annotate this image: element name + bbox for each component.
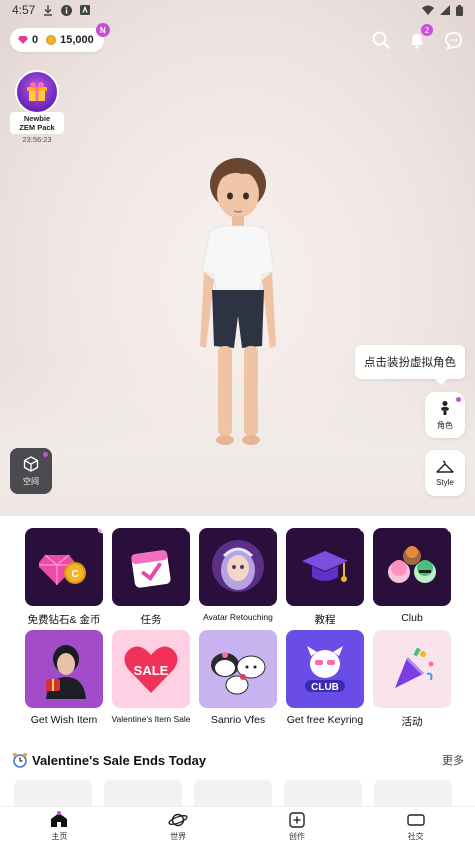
coin-count: 15,000	[60, 34, 94, 46]
svg-text:C: C	[71, 569, 78, 580]
battery-icon	[456, 4, 463, 16]
tile-club[interactable]: Club	[372, 528, 452, 624]
tab-home[interactable]: 主页	[0, 807, 119, 846]
avatar-character[interactable]	[196, 156, 280, 456]
info-icon	[61, 4, 73, 16]
tile-tasks[interactable]: 任务	[111, 528, 191, 627]
tile-avatar-retouching[interactable]: Avatar Retouching	[198, 528, 278, 622]
new-dot	[186, 528, 190, 532]
new-dot	[360, 528, 364, 532]
wifi-icon	[422, 5, 434, 15]
pack-gift-icon	[15, 70, 59, 114]
search-button[interactable]	[371, 30, 391, 50]
alarm-clock-icon	[13, 753, 27, 768]
sale-title: Valentine's Sale Ends Today	[32, 752, 207, 768]
tab-world[interactable]: 世界	[119, 807, 238, 846]
space-button[interactable]: 空间	[10, 448, 52, 494]
avatar-portrait-icon	[199, 528, 277, 606]
new-dot	[273, 528, 277, 532]
new-dot	[456, 397, 461, 402]
feature-grid: C 免费钻石& 金币 任务 Avatar Retouching 教程 Club	[0, 516, 475, 736]
status-time: 4:57	[12, 3, 36, 17]
gem-icon	[18, 36, 28, 44]
social-icon	[406, 813, 425, 826]
newbie-zem-pack[interactable]: Newbie ZEM Pack 23:56:23	[10, 70, 64, 144]
chat-bubble-icon	[444, 31, 462, 50]
sale-more-link[interactable]: 更多	[442, 752, 464, 768]
new-dot	[43, 452, 48, 457]
graduation-cap-icon	[286, 528, 364, 606]
character-icon	[441, 400, 449, 415]
chat-button[interactable]	[443, 30, 463, 50]
create-plus-icon	[289, 811, 305, 828]
tile-tutorial[interactable]: 教程	[285, 528, 365, 627]
character-button[interactable]: 角色	[425, 392, 465, 438]
gem-coin-icon: C	[25, 528, 103, 606]
status-bar: 4:57	[0, 0, 475, 20]
signal-icon	[440, 5, 450, 15]
avatar-stage[interactable]: 0 15,000 N 2 Newbie ZEM Pack 23:56:23 点击…	[0, 0, 475, 516]
search-icon	[372, 31, 390, 49]
currency-pill[interactable]: 0 15,000 N	[10, 23, 110, 52]
wish-item-icon	[25, 630, 103, 708]
sale-section-header: Valentine's Sale Ends Today 更多	[12, 752, 464, 768]
gem-count: 0	[32, 34, 39, 46]
svg-text:SALE: SALE	[134, 663, 169, 678]
party-popper-icon	[373, 630, 451, 708]
club-friends-icon	[373, 528, 451, 606]
coin-icon	[46, 35, 57, 45]
hanger-icon	[436, 460, 454, 473]
download-icon	[43, 4, 53, 16]
dress-up-tooltip: 点击装扮虚拟角色	[355, 345, 465, 385]
app-notification-icon	[80, 5, 91, 15]
pack-label: Newbie ZEM Pack	[10, 112, 64, 134]
style-button[interactable]: Style	[425, 450, 465, 496]
svg-text:CLUB: CLUB	[311, 682, 339, 693]
new-badge: N	[95, 23, 110, 37]
tile-sanrio-vfes[interactable]: Sanrio Vfes	[198, 630, 278, 726]
tile-free-gems-coins[interactable]: C 免费钻石& 金币	[24, 528, 104, 627]
calendar-icon	[112, 528, 190, 606]
cube-icon	[23, 455, 39, 472]
bottom-tab-bar: 主页 世界 创作 社交	[0, 806, 475, 846]
tab-social[interactable]: 社交	[356, 807, 475, 846]
notification-count: 2	[421, 24, 433, 36]
tab-create[interactable]: 创作	[238, 807, 357, 846]
sale-heart-icon: SALE	[112, 630, 190, 708]
new-dot	[98, 528, 103, 533]
club-keyring-icon: CLUB	[286, 630, 364, 708]
tile-valentines-sale[interactable]: SALE Valentine's Item Sale	[111, 630, 191, 724]
new-dot	[57, 811, 61, 815]
sanrio-characters-icon	[199, 630, 277, 708]
new-dot	[447, 528, 451, 532]
notifications-button[interactable]: 2	[407, 24, 433, 50]
tile-free-keyring[interactable]: CLUB Get free Keyring	[285, 630, 365, 726]
tile-events[interactable]: 活动	[372, 630, 452, 729]
tile-get-wish-item[interactable]: Get Wish Item	[24, 630, 104, 726]
planet-icon	[168, 813, 188, 826]
pack-timer: 23:56:23	[22, 135, 52, 144]
